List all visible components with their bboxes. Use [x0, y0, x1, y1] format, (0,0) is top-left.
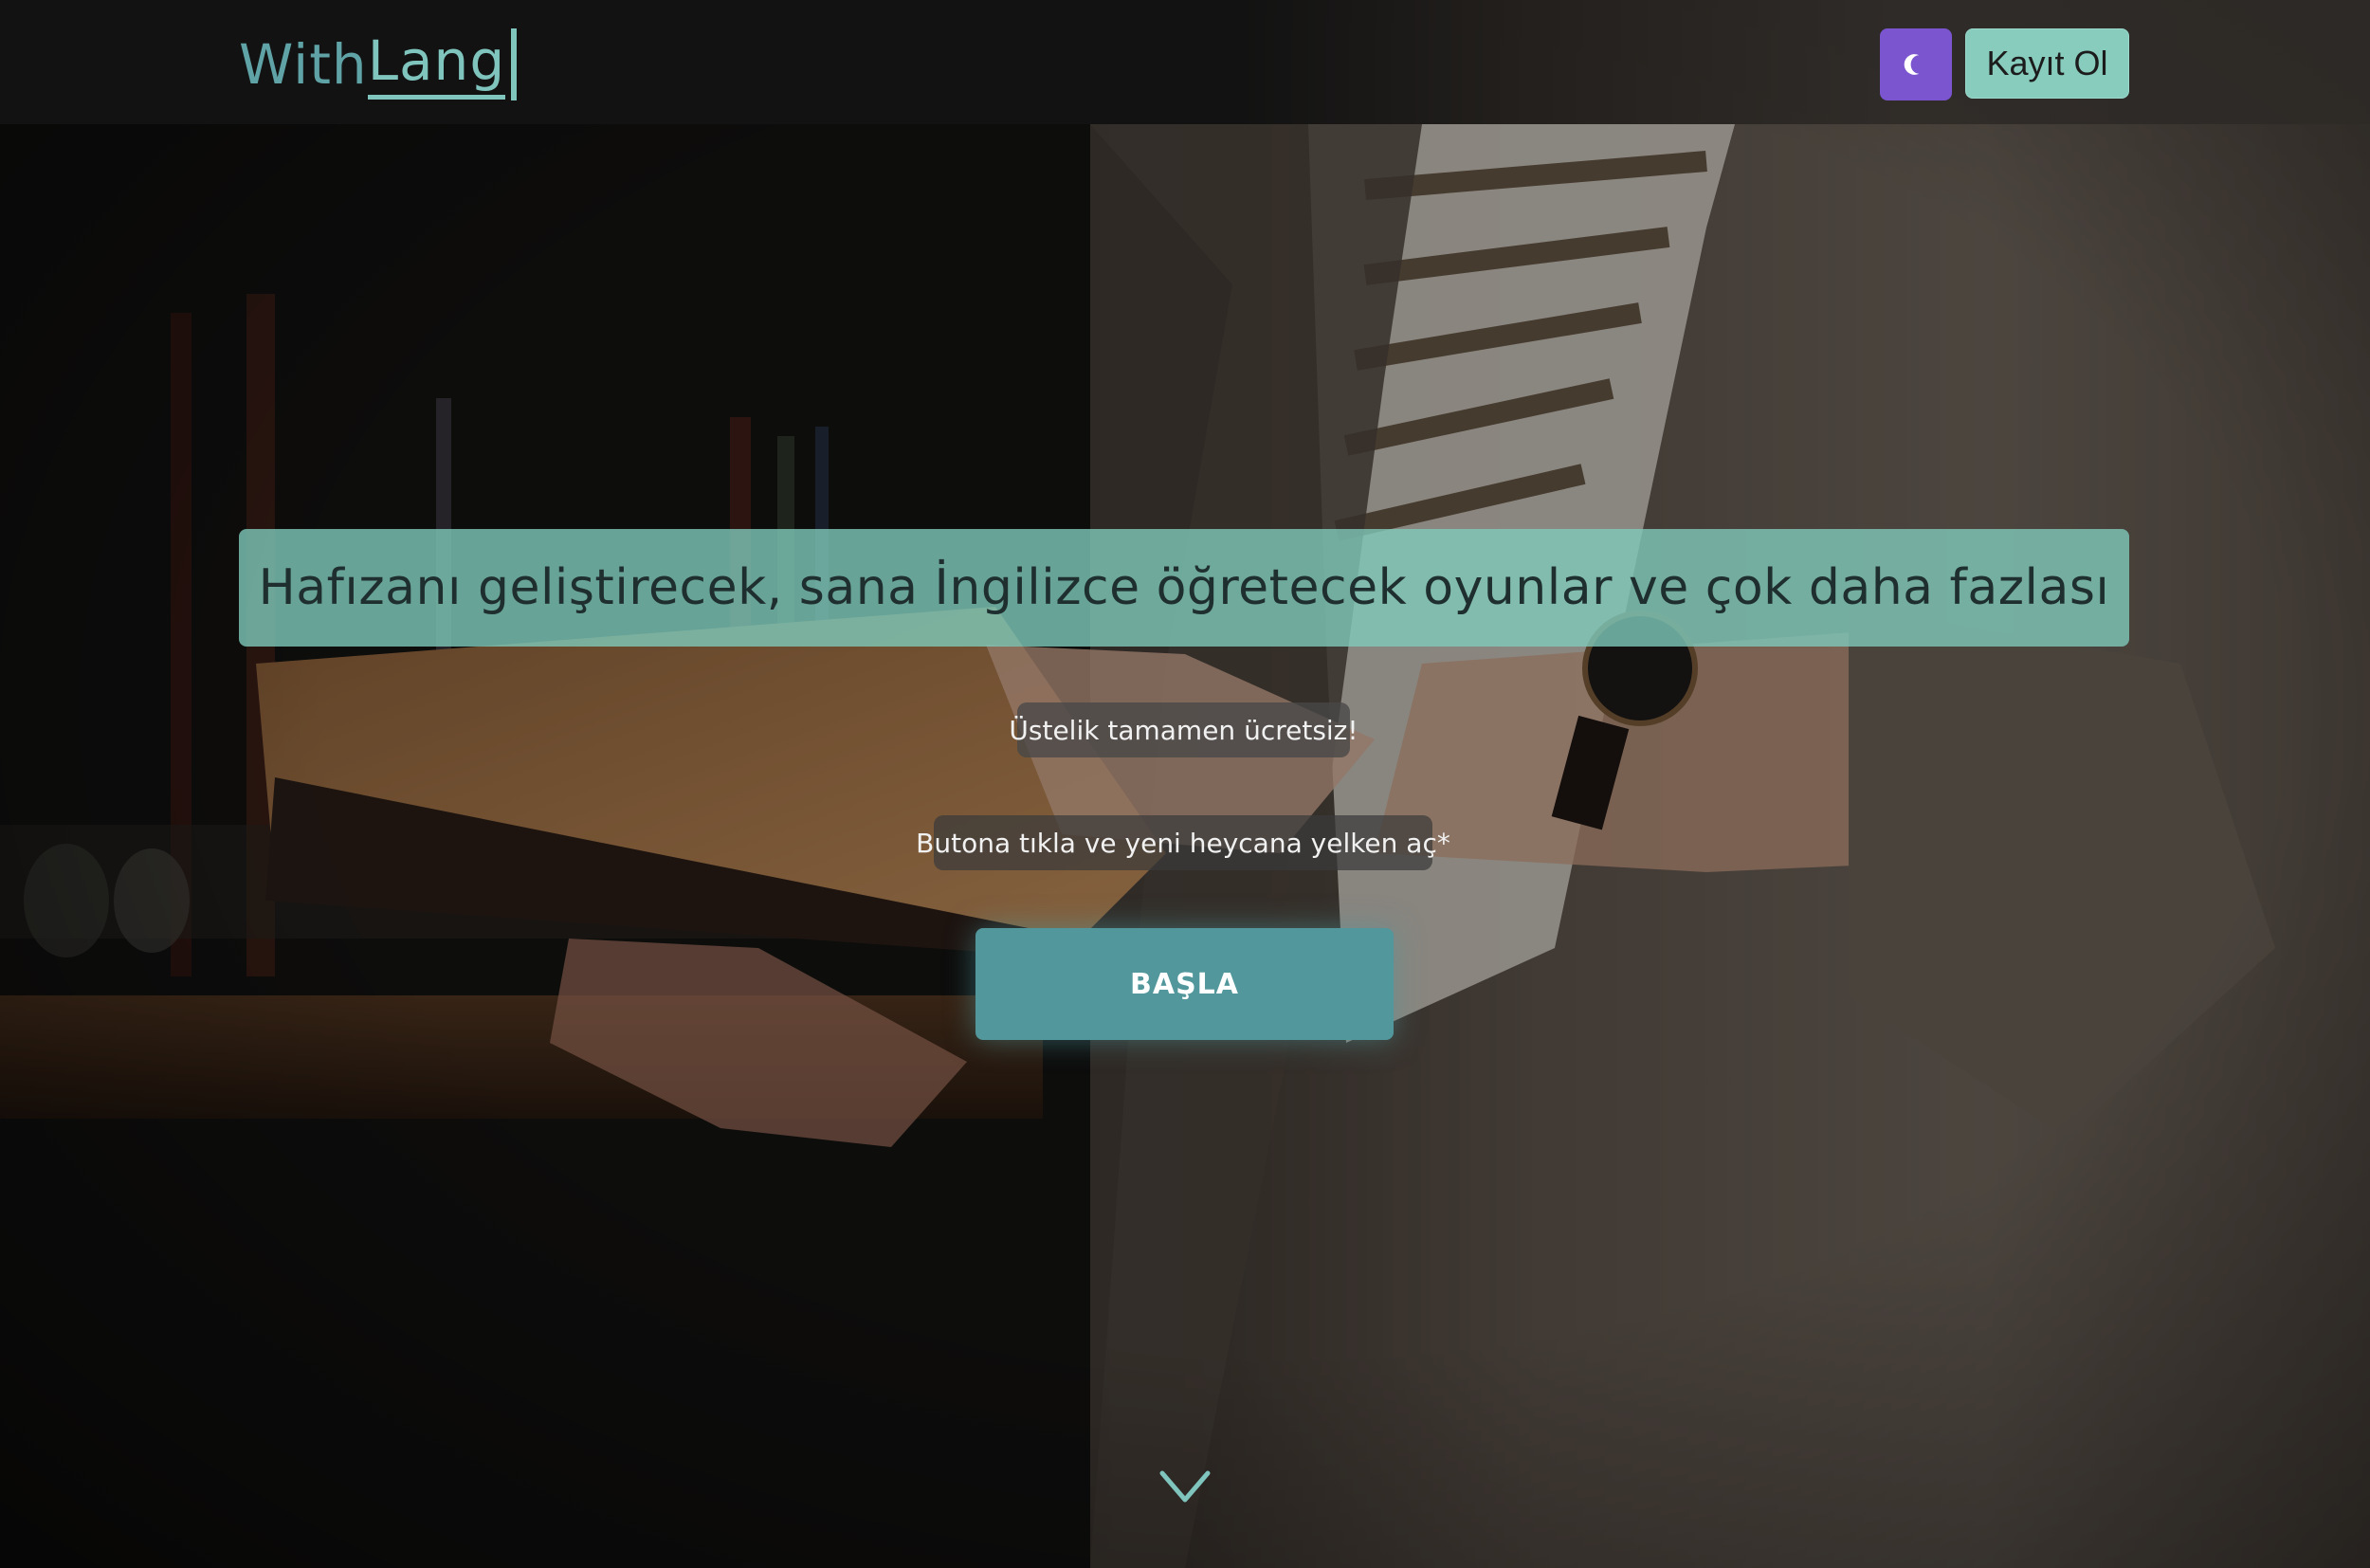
cta-note-badge: Butona tıkla ve yeni heycana yelken aç*: [916, 815, 1450, 870]
start-button[interactable]: BAŞLA: [975, 928, 1394, 1040]
hero-headline: Hafızanı geliştirecek, sana İngilizce öğ…: [258, 559, 2110, 616]
hero-background-image: [0, 0, 2370, 1568]
logo-text-with: With: [239, 32, 368, 97]
signup-button[interactable]: Kayıt Ol: [1965, 28, 2129, 99]
moon-icon: [1904, 54, 1920, 75]
chevron-down-icon[interactable]: [1158, 1468, 1212, 1505]
top-navbar: With Lang Kayıt Ol: [0, 0, 2370, 124]
theme-toggle-button[interactable]: [1880, 28, 1952, 100]
logo[interactable]: With Lang: [239, 27, 518, 102]
logo-cursor: [511, 28, 518, 100]
headline-banner: Hafızanı geliştirecek, sana İngilizce öğ…: [239, 529, 2129, 647]
page: With Lang Kayıt Ol Hafızanı geliştirecek…: [0, 0, 2370, 1568]
logo-text-lang: Lang: [367, 27, 506, 100]
free-note-badge: Üstelik tamamen ücretsiz!: [1009, 702, 1358, 757]
